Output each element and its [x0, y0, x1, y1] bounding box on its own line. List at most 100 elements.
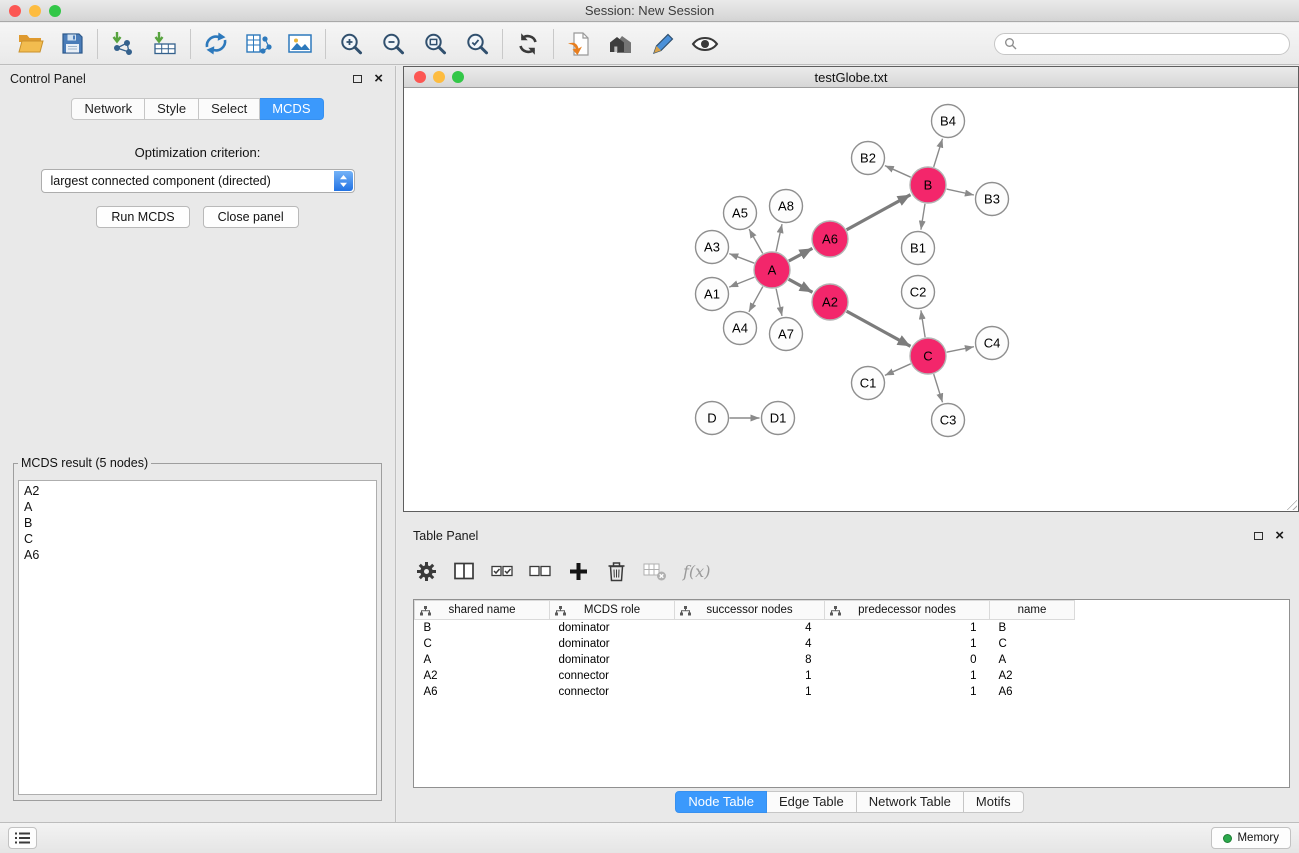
table-cell[interactable]: B [415, 620, 550, 636]
table-cell[interactable]: dominator [550, 652, 675, 668]
network-window-titlebar[interactable]: testGlobe.txt [404, 67, 1298, 88]
network-zoom-button[interactable] [452, 71, 464, 83]
network-table-button[interactable] [237, 27, 279, 61]
graph-edge-C-C1[interactable] [885, 364, 911, 376]
column-header-shared-name[interactable]: shared name [415, 601, 550, 620]
table-cell[interactable]: A6 [415, 684, 550, 700]
table-cell[interactable]: A6 [990, 684, 1075, 700]
column-header-predecessor-nodes[interactable]: predecessor nodes [825, 601, 990, 620]
mcds-result-item[interactable]: C [24, 531, 371, 547]
graph-node-C4[interactable]: C4 [976, 327, 1009, 360]
graph-edge-A-A1[interactable] [729, 277, 754, 287]
mcds-result-item[interactable]: B [24, 515, 371, 531]
graph-node-B[interactable]: B [910, 167, 946, 203]
clear-selection-button-disabled[interactable] [643, 558, 667, 584]
open-session-button[interactable] [9, 27, 51, 61]
graph-edge-C-C4[interactable] [947, 347, 974, 353]
graph-edge-C-C3[interactable] [934, 374, 943, 402]
function-builder-button[interactable]: f(x) [683, 558, 710, 584]
zoom-fit-button[interactable] [414, 27, 456, 61]
table-cell[interactable]: A2 [415, 668, 550, 684]
column-header-mcds-role[interactable]: MCDS role [550, 601, 675, 620]
table-cell[interactable]: 1 [825, 636, 990, 652]
mcds-result-item[interactable]: A6 [24, 547, 371, 563]
show-columns-button[interactable] [453, 558, 475, 584]
tab-edge-table[interactable]: Edge Table [767, 791, 857, 813]
close-panel-button[interactable]: Close panel [203, 206, 299, 228]
graph-node-B3[interactable]: B3 [976, 183, 1009, 216]
zoom-in-button[interactable] [330, 27, 372, 61]
search-input[interactable] [1022, 37, 1280, 51]
close-panel-icon[interactable]: × [374, 74, 383, 84]
graph-edge-A-A7[interactable] [776, 289, 782, 316]
memory-button[interactable]: Memory [1211, 827, 1291, 849]
graph-edge-A-A4[interactable] [749, 287, 763, 312]
annotate-button[interactable] [642, 27, 684, 61]
table-row[interactable]: Adominator80A [415, 652, 1290, 668]
graph-edge-C-C2[interactable] [921, 310, 925, 337]
float-panel-icon[interactable] [353, 75, 362, 83]
zoom-out-button[interactable] [372, 27, 414, 61]
graph-node-A5[interactable]: A5 [724, 197, 757, 230]
graph-edge-A2-C[interactable] [847, 311, 911, 346]
graph-node-C3[interactable]: C3 [932, 404, 965, 437]
graph-node-A8[interactable]: A8 [770, 190, 803, 223]
table-options-button[interactable] [415, 558, 437, 584]
graph-edge-A-A6[interactable] [789, 248, 813, 261]
column-header-successor-nodes[interactable]: successor nodes [675, 601, 825, 620]
table-row[interactable]: A2connector11A2 [415, 668, 1290, 684]
table-cell[interactable]: C [990, 636, 1075, 652]
deselect-all-button[interactable] [529, 558, 551, 584]
table-cell[interactable]: 1 [675, 668, 825, 684]
tab-select[interactable]: Select [199, 98, 260, 120]
graph-node-A4[interactable]: A4 [724, 312, 757, 345]
float-table-panel-icon[interactable] [1254, 532, 1263, 540]
mcds-result-list[interactable]: A2ABCA6 [18, 480, 377, 795]
mcds-result-item[interactable]: A [24, 499, 371, 515]
tab-style[interactable]: Style [145, 98, 199, 120]
zoom-window-button[interactable] [49, 5, 61, 17]
zoom-selected-button[interactable] [456, 27, 498, 61]
import-table-button[interactable] [144, 27, 186, 61]
table-cell[interactable]: 1 [825, 684, 990, 700]
graph-node-B2[interactable]: B2 [852, 142, 885, 175]
graph-node-A[interactable]: A [754, 252, 790, 288]
minimize-window-button[interactable] [29, 5, 41, 17]
table-cell[interactable]: 1 [825, 668, 990, 684]
show-view-button[interactable] [684, 27, 726, 61]
table-row[interactable]: A6connector11A6 [415, 684, 1290, 700]
table-cell[interactable]: C [415, 636, 550, 652]
graph-edge-B-B2[interactable] [885, 166, 911, 178]
table-cell[interactable]: connector [550, 684, 675, 700]
network-minimize-button[interactable] [433, 71, 445, 83]
graph-node-C1[interactable]: C1 [852, 367, 885, 400]
graph-node-A2[interactable]: A2 [812, 284, 848, 320]
network-canvas[interactable]: B4B2BB3A5A8A6B1A3AC2A1A2A4A7CC4C1C3DD1 [404, 88, 1298, 511]
graph-edge-A-A3[interactable] [729, 254, 754, 264]
tab-mcds[interactable]: MCDS [260, 98, 323, 120]
graph-node-D1[interactable]: D1 [762, 402, 795, 435]
table-cell[interactable]: dominator [550, 620, 675, 636]
table-row[interactable]: Cdominator41C [415, 636, 1290, 652]
network-cycle-button[interactable] [195, 27, 237, 61]
save-session-button[interactable] [51, 27, 93, 61]
graph-edge-B-B4[interactable] [934, 139, 943, 167]
add-column-button[interactable] [567, 558, 589, 584]
tab-network[interactable]: Network [71, 98, 145, 120]
graph-edge-B-B3[interactable] [947, 189, 974, 195]
mcds-result-item[interactable]: A2 [24, 483, 371, 499]
tab-motifs[interactable]: Motifs [964, 791, 1024, 813]
run-mcds-button[interactable]: Run MCDS [96, 206, 189, 228]
select-all-button[interactable] [491, 558, 513, 584]
table-cell[interactable]: B [990, 620, 1075, 636]
graph-node-B4[interactable]: B4 [932, 105, 965, 138]
close-table-panel-icon[interactable]: × [1275, 531, 1284, 541]
tab-network-table[interactable]: Network Table [857, 791, 964, 813]
graph-node-A6[interactable]: A6 [812, 221, 848, 257]
import-network-button[interactable] [102, 27, 144, 61]
graph-edge-B-B1[interactable] [921, 204, 925, 230]
table-cell[interactable]: 4 [675, 636, 825, 652]
network-close-button[interactable] [414, 71, 426, 83]
graph-edge-A6-B[interactable] [847, 195, 911, 230]
table-cell[interactable]: 0 [825, 652, 990, 668]
